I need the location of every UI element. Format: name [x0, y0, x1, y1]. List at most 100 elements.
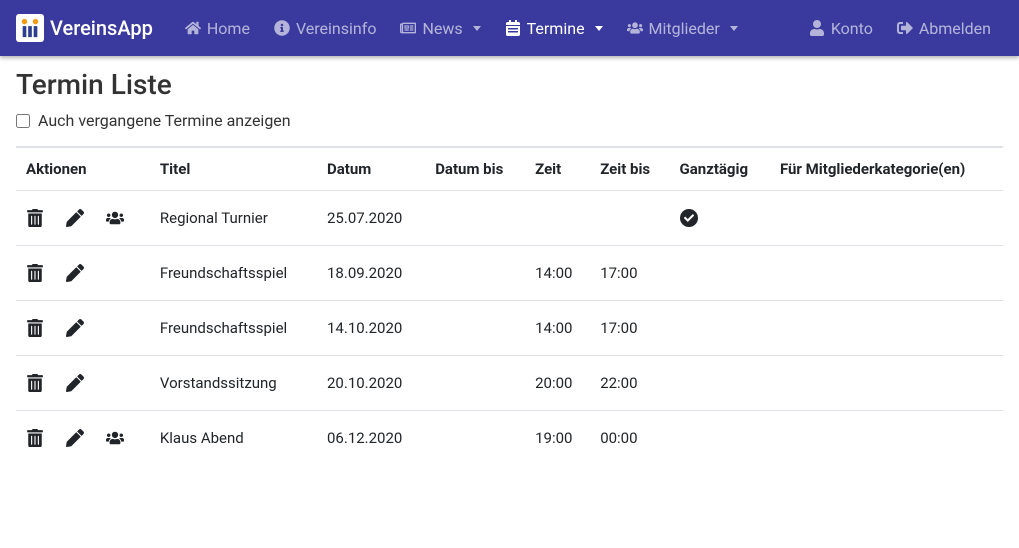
edit-icon[interactable]: [66, 374, 84, 392]
nav-abmelden[interactable]: Abmelden: [885, 11, 1003, 46]
nav-termine[interactable]: Termine: [493, 11, 615, 46]
chevron-down-icon: [730, 26, 738, 31]
cell-zeit-bis: 17:00: [590, 301, 669, 356]
users-icon: [627, 20, 643, 36]
members-icon[interactable]: [106, 209, 124, 227]
table-row: Freundschaftsspiel 18.09.2020 14:00 17:0…: [16, 246, 1003, 301]
chevron-down-icon: [473, 26, 481, 31]
trash-icon[interactable]: [26, 429, 44, 447]
info-icon: [274, 20, 290, 36]
nav-abmelden-label: Abmelden: [919, 19, 991, 38]
logo-icon: [16, 14, 44, 42]
cell-datum-bis: [425, 356, 525, 411]
actions-cell: [26, 319, 140, 337]
brand[interactable]: VereinsApp: [16, 14, 153, 42]
cell-kategorien: [770, 411, 1003, 466]
cell-zeit: 20:00: [525, 356, 590, 411]
nav-right: Konto Abmelden: [797, 11, 1003, 46]
user-icon: [809, 20, 825, 36]
home-icon: [185, 20, 201, 36]
table-row: Vorstandssitzung 20.10.2020 20:00 22:00: [16, 356, 1003, 411]
cell-ganztaegig: [670, 356, 770, 411]
cell-datum: 06.12.2020: [317, 411, 425, 466]
col-zeit: Zeit: [525, 147, 590, 191]
nav-konto[interactable]: Konto: [797, 11, 885, 46]
cell-datum-bis: [425, 411, 525, 466]
cell-titel: Freundschaftsspiel: [150, 301, 317, 356]
cell-zeit: 14:00: [525, 301, 590, 356]
cell-ganztaegig: [670, 191, 770, 246]
trash-icon[interactable]: [26, 319, 44, 337]
logout-icon: [897, 20, 913, 36]
cell-datum: 14.10.2020: [317, 301, 425, 356]
cell-zeit-bis: [590, 191, 669, 246]
col-aktionen: Aktionen: [16, 147, 150, 191]
trash-icon[interactable]: [26, 264, 44, 282]
cell-datum-bis: [425, 246, 525, 301]
cell-ganztaegig: [670, 301, 770, 356]
cell-ganztaegig: [670, 411, 770, 466]
termine-table: Aktionen Titel Datum Datum bis Zeit Zeit…: [16, 146, 1003, 465]
content: Termin Liste Auch vergangene Termine anz…: [0, 56, 1019, 489]
brand-text: VereinsApp: [50, 16, 153, 40]
nav-vereinsinfo[interactable]: Vereinsinfo: [262, 11, 388, 46]
cell-datum: 20.10.2020: [317, 356, 425, 411]
col-datum-bis: Datum bis: [425, 147, 525, 191]
cell-kategorien: [770, 356, 1003, 411]
calendar-icon: [505, 20, 521, 36]
nav-home-label: Home: [207, 19, 250, 38]
cell-titel: Klaus Abend: [150, 411, 317, 466]
actions-cell: [26, 209, 140, 227]
nav-mitglieder-label: Mitglieder: [649, 19, 720, 38]
nav-mitglieder[interactable]: Mitglieder: [615, 11, 750, 46]
chevron-down-icon: [595, 26, 603, 31]
table-row: Klaus Abend 06.12.2020 19:00 00:00: [16, 411, 1003, 466]
trash-icon[interactable]: [26, 209, 44, 227]
cell-titel: Freundschaftsspiel: [150, 246, 317, 301]
cell-datum: 18.09.2020: [317, 246, 425, 301]
cell-datum: 25.07.2020: [317, 191, 425, 246]
show-past-checkbox[interactable]: [16, 114, 30, 128]
col-kategorien: Für Mitgliederkategorie(en): [770, 147, 1003, 191]
table-header-row: Aktionen Titel Datum Datum bis Zeit Zeit…: [16, 147, 1003, 191]
cell-zeit: 14:00: [525, 246, 590, 301]
table-row: Freundschaftsspiel 14.10.2020 14:00 17:0…: [16, 301, 1003, 356]
cell-zeit-bis: 00:00: [590, 411, 669, 466]
cell-ganztaegig: [670, 246, 770, 301]
cell-kategorien: [770, 301, 1003, 356]
nav-home[interactable]: Home: [173, 11, 262, 46]
actions-cell: [26, 429, 140, 447]
nav-left: Home Vereinsinfo News Termine Mitglieder: [173, 11, 797, 46]
check-circle-icon: [680, 209, 698, 227]
nav-termine-label: Termine: [527, 19, 585, 38]
cell-zeit-bis: 22:00: [590, 356, 669, 411]
members-icon[interactable]: [106, 429, 124, 447]
cell-kategorien: [770, 246, 1003, 301]
nav-konto-label: Konto: [831, 19, 873, 38]
navbar: VereinsApp Home Vereinsinfo News Termine…: [0, 0, 1019, 56]
nav-news[interactable]: News: [388, 11, 492, 46]
show-past-checkbox-row[interactable]: Auch vergangene Termine anzeigen: [16, 111, 1003, 130]
cell-datum-bis: [425, 301, 525, 356]
edit-icon[interactable]: [66, 264, 84, 282]
col-titel: Titel: [150, 147, 317, 191]
cell-zeit: [525, 191, 590, 246]
table-row: Regional Turnier 25.07.2020: [16, 191, 1003, 246]
edit-icon[interactable]: [66, 209, 84, 227]
cell-datum-bis: [425, 191, 525, 246]
cell-kategorien: [770, 191, 1003, 246]
actions-cell: [26, 374, 140, 392]
show-past-label: Auch vergangene Termine anzeigen: [38, 111, 291, 130]
news-icon: [400, 20, 416, 36]
col-zeit-bis: Zeit bis: [590, 147, 669, 191]
edit-icon[interactable]: [66, 429, 84, 447]
page-title: Termin Liste: [16, 68, 1003, 101]
nav-news-label: News: [422, 19, 462, 38]
actions-cell: [26, 264, 140, 282]
col-ganztaegig: Ganztägig: [670, 147, 770, 191]
edit-icon[interactable]: [66, 319, 84, 337]
trash-icon[interactable]: [26, 374, 44, 392]
cell-zeit-bis: 17:00: [590, 246, 669, 301]
col-datum: Datum: [317, 147, 425, 191]
cell-zeit: 19:00: [525, 411, 590, 466]
